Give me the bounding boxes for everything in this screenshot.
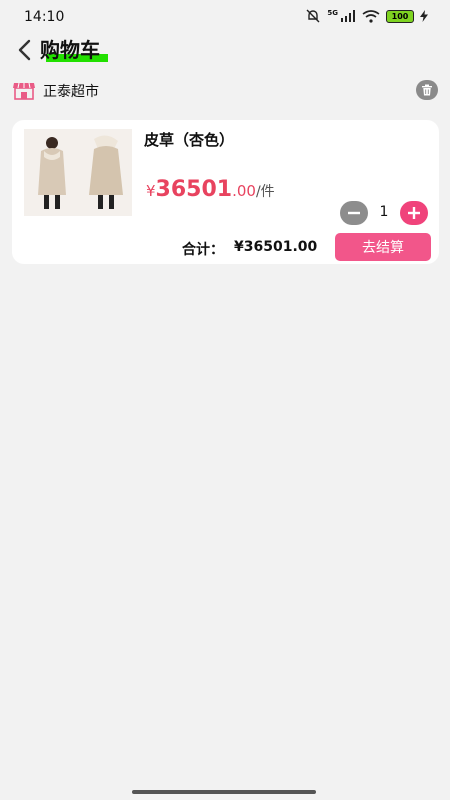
product-price: ¥36501.00/件 [146, 177, 275, 202]
store-name[interactable]: 正泰超市 [43, 81, 99, 101]
checkout-button[interactable]: 去结算 [335, 233, 431, 261]
status-time: 14:10 [24, 9, 65, 25]
price-currency: ¥ [146, 182, 156, 200]
plus-icon [408, 207, 420, 219]
price-decimal: .00 [232, 182, 256, 200]
battery-indicator: 100 [386, 9, 414, 23]
signal-icon [341, 10, 355, 22]
page-title-wrap: 购物车 [40, 34, 108, 63]
page-title: 购物车 [40, 38, 100, 62]
product-photo [24, 129, 132, 216]
price-integer: 36501 [155, 177, 233, 202]
mute-bell-icon [306, 9, 320, 23]
network-type-label: 5G [327, 9, 338, 17]
product-name[interactable]: 皮草（杏色） [144, 129, 234, 150]
status-bar: 14:10 5G 100 [0, 0, 450, 34]
quantity-stepper: 1 [340, 201, 428, 225]
store-row: 正泰超市 [12, 78, 438, 104]
increase-quantity-button[interactable] [400, 201, 428, 225]
charging-bolt-icon [420, 10, 428, 22]
total-label: 合计： [182, 242, 224, 258]
shop-icon [13, 82, 35, 100]
status-icons: 5G 100 [305, 9, 428, 23]
price-unit: /件 [255, 184, 275, 200]
cart-item-card: 皮草（杏色） ¥36501.00/件 1 合计： ¥36501.00 去结算 [12, 120, 439, 264]
trash-icon [422, 84, 432, 96]
decrease-quantity-button[interactable] [340, 201, 368, 225]
product-image[interactable] [24, 129, 132, 216]
delete-button[interactable] [416, 80, 438, 100]
header: 购物车 [0, 30, 450, 68]
minus-icon [348, 211, 360, 215]
chevron-left-icon[interactable] [14, 38, 36, 62]
total-value: ¥36501.00 [234, 239, 318, 255]
home-indicator[interactable] [132, 790, 316, 794]
quantity-value[interactable]: 1 [378, 204, 390, 220]
wifi-icon [362, 9, 380, 23]
